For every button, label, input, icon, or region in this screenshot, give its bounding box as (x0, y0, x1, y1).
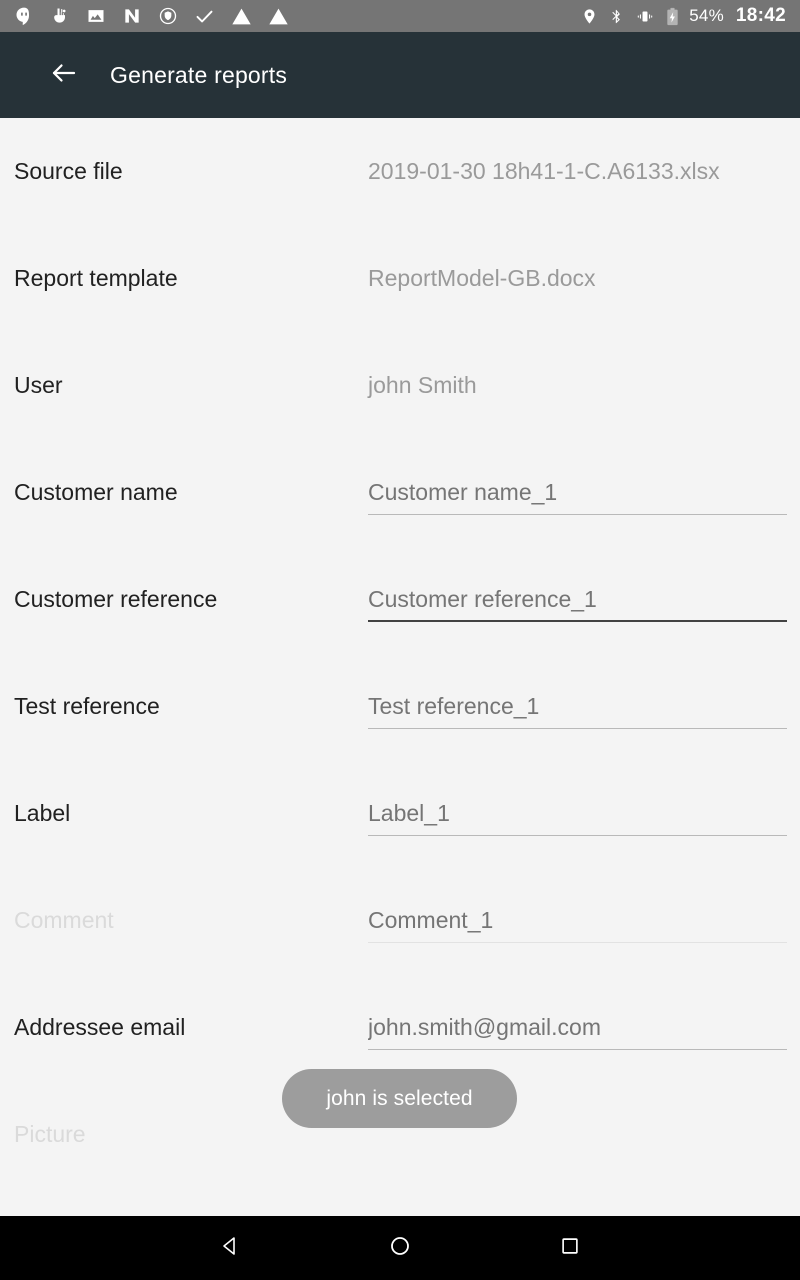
warning-icon (231, 6, 252, 27)
check-icon (194, 6, 215, 27)
nav-back-icon (218, 1234, 242, 1263)
form-row: Customer reference (0, 546, 800, 653)
back-button[interactable] (36, 47, 92, 103)
form-container: Source file 2019-01-30 18h41-1-C.A6133.xl… (0, 118, 800, 1216)
hangouts-icon (14, 6, 34, 26)
vibrate-icon (634, 8, 656, 25)
text-input[interactable] (368, 689, 787, 723)
toast-message: john is selected (282, 1069, 517, 1128)
nav-home-button[interactable] (355, 1216, 445, 1280)
photo-icon (86, 6, 106, 26)
text-input[interactable] (368, 475, 787, 509)
form-row: Comment (0, 867, 800, 974)
form-row: Addressee email (0, 974, 800, 1081)
nav-back-button[interactable] (185, 1216, 275, 1280)
android-navigation-bar (0, 1216, 800, 1280)
form-row-label: User (14, 372, 63, 398)
app-screen: 54% 18:42 Generate reports Source file 20… (0, 0, 800, 1280)
form-row-label: Label (14, 800, 71, 826)
form-row-field (368, 689, 787, 729)
form-row: Customer name (0, 439, 800, 546)
text-input (368, 903, 787, 937)
status-bar: 54% 18:42 (0, 0, 800, 32)
arrow-back-icon (49, 58, 79, 93)
form-row: Label (0, 760, 800, 867)
form-row-label: Report template (14, 265, 178, 291)
field-underline (368, 942, 787, 943)
touch-gesture-icon (50, 6, 70, 26)
bluetooth-icon (608, 8, 624, 25)
nav-recents-button[interactable] (525, 1216, 615, 1280)
nav-home-icon (388, 1234, 412, 1263)
status-bar-system-icons: 54% 18:42 (581, 5, 786, 27)
text-input[interactable] (368, 1010, 787, 1044)
location-icon (581, 8, 598, 25)
toast-text: john is selected (326, 1086, 473, 1110)
form-row-label: Comment (14, 907, 114, 933)
form-row: Test reference (0, 653, 800, 760)
warning-icon (268, 6, 289, 27)
nav-recents-icon (559, 1235, 581, 1262)
field-underline (368, 728, 787, 729)
form-row: Source file 2019-01-30 18h41-1-C.A6133.xl… (0, 118, 800, 225)
field-underline (368, 1049, 787, 1050)
n-logo-icon (122, 6, 142, 26)
page-title: Generate reports (110, 61, 288, 88)
field-underline (368, 620, 787, 622)
form-row-label: Customer name (14, 479, 178, 505)
form-row: Report template ReportModel-GB.docx (0, 225, 800, 332)
status-bar-notification-icons (14, 6, 289, 27)
field-underline (368, 514, 787, 515)
form-row-value: john Smith (368, 372, 477, 398)
form-row-value: 2019-01-30 18h41-1-C.A6133.xlsx (368, 158, 720, 184)
form-row-label: Test reference (14, 693, 160, 719)
field-underline (368, 835, 787, 836)
form-row-field (368, 582, 787, 622)
battery-charging-icon (666, 7, 679, 26)
form-row-label: Picture (14, 1121, 86, 1147)
battery-percent-label: 54% (689, 6, 724, 25)
text-input[interactable] (368, 796, 787, 830)
text-input[interactable] (368, 582, 787, 616)
form-row-field (368, 475, 787, 515)
app-toolbar: Generate reports (0, 32, 800, 118)
shield-icon (158, 6, 178, 26)
form-row-value: ReportModel-GB.docx (368, 265, 596, 291)
form-row-label: Customer reference (14, 586, 218, 612)
form-row-field (368, 903, 787, 943)
form-row-field (368, 796, 787, 836)
form-row-label: Addressee email (14, 1014, 186, 1040)
form-row-label: Source file (14, 158, 123, 184)
status-bar-clock: 18:42 (735, 5, 786, 26)
form-row-field (368, 1010, 787, 1050)
form-row: User john Smith (0, 332, 800, 439)
